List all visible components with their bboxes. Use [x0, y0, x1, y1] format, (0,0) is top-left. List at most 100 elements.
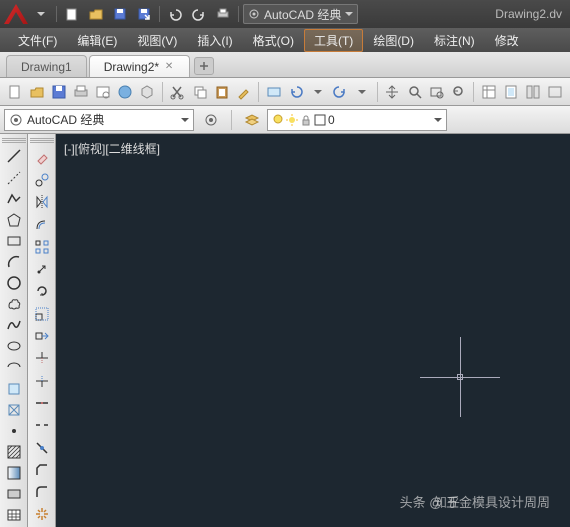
zoom-previous-button[interactable]	[448, 81, 469, 103]
zoom-window-button[interactable]	[426, 81, 447, 103]
color-swatch-icon	[314, 114, 326, 126]
menu-edit[interactable]: 编辑(E)	[67, 29, 127, 52]
pan-button[interactable]	[382, 81, 403, 103]
save-button[interactable]	[48, 81, 69, 103]
chamfer-tool[interactable]	[30, 459, 54, 480]
insert-block-tool[interactable]	[2, 378, 26, 398]
save-button[interactable]	[109, 4, 131, 24]
close-icon[interactable]: ✕	[163, 61, 175, 73]
print-button[interactable]	[70, 81, 91, 103]
layer-properties-button[interactable]	[241, 109, 263, 131]
make-block-tool[interactable]	[2, 400, 26, 420]
circle-tool[interactable]	[2, 273, 26, 293]
palette-grip[interactable]	[2, 138, 26, 143]
layer-combo[interactable]: 0	[267, 109, 447, 131]
menu-view[interactable]: 视图(V)	[127, 29, 187, 52]
new-button[interactable]	[61, 4, 83, 24]
app-logo-icon[interactable]	[4, 4, 28, 24]
point-tool[interactable]	[2, 421, 26, 441]
separator	[159, 6, 160, 22]
menu-insert[interactable]: 插入(I)	[187, 29, 242, 52]
table-tool[interactable]	[2, 505, 26, 525]
menu-draw[interactable]: 绘图(D)	[363, 29, 424, 52]
separator	[56, 6, 57, 22]
spline-tool[interactable]	[2, 315, 26, 335]
viewport-label[interactable]: [-][俯视][二维线框]	[64, 140, 160, 157]
workspace-settings-button[interactable]	[200, 109, 222, 131]
redo-dropdown[interactable]	[352, 81, 373, 103]
3ddwf-button[interactable]	[137, 81, 158, 103]
cut-button[interactable]	[167, 81, 188, 103]
workspace-dropdown-qat[interactable]: AutoCAD 经典	[243, 4, 358, 24]
match-properties-button[interactable]	[233, 81, 254, 103]
array-tool[interactable]	[30, 236, 54, 257]
region-tool[interactable]	[2, 484, 26, 504]
paste-button[interactable]	[211, 81, 232, 103]
ellipse-tool[interactable]	[2, 336, 26, 356]
line-tool[interactable]	[2, 146, 26, 166]
ellipse-arc-tool[interactable]	[2, 357, 26, 377]
drawing-canvas[interactable]: [-][俯视][二维线框] 知乎 头条 @ 五金模具设计周周	[56, 134, 570, 527]
tool-palettes-button[interactable]	[523, 81, 544, 103]
copy-tool[interactable]	[30, 169, 54, 190]
separator	[162, 82, 163, 102]
extend-tool[interactable]	[30, 370, 54, 391]
properties-button[interactable]	[478, 81, 499, 103]
publish-button[interactable]	[115, 81, 136, 103]
file-tab-active[interactable]: Drawing2* ✕	[89, 55, 190, 77]
palette-grip[interactable]	[30, 138, 54, 144]
gear-icon	[9, 113, 23, 127]
file-tab[interactable]: Drawing1	[6, 55, 87, 77]
block-editor-button[interactable]	[263, 81, 284, 103]
new-tab-button[interactable]	[194, 57, 214, 75]
copy-button[interactable]	[189, 81, 210, 103]
polygon-tool[interactable]	[2, 210, 26, 230]
undo-dropdown[interactable]	[308, 81, 329, 103]
separator	[377, 82, 378, 102]
fillet-tool[interactable]	[30, 481, 54, 502]
qat-dropdown[interactable]	[30, 4, 52, 24]
chevron-down-icon	[345, 10, 353, 18]
construction-line-tool[interactable]	[2, 168, 26, 188]
menu-file[interactable]: 文件(F)	[8, 29, 67, 52]
hatch-tool[interactable]	[2, 442, 26, 462]
workspace-toolbar: AutoCAD 经典 0	[0, 106, 570, 134]
join-tool[interactable]	[30, 437, 54, 458]
revision-cloud-tool[interactable]	[2, 294, 26, 314]
menu-tools[interactable]: 工具(T)	[304, 29, 363, 52]
arc-tool[interactable]	[2, 252, 26, 272]
menu-dimension[interactable]: 标注(N)	[424, 29, 485, 52]
open-button[interactable]	[85, 4, 107, 24]
undo-button[interactable]	[164, 4, 186, 24]
undo-button[interactable]	[285, 81, 306, 103]
redo-button[interactable]	[188, 4, 210, 24]
new-button[interactable]	[4, 81, 25, 103]
rotate-tool[interactable]	[30, 281, 54, 302]
workspace-combo[interactable]: AutoCAD 经典	[4, 109, 194, 131]
polyline-tool[interactable]	[2, 189, 26, 209]
open-button[interactable]	[26, 81, 47, 103]
mirror-tool[interactable]	[30, 191, 54, 212]
saveas-button[interactable]	[133, 4, 155, 24]
separator	[473, 82, 474, 102]
offset-tool[interactable]	[30, 214, 54, 235]
print-button[interactable]	[212, 4, 234, 24]
redo-button[interactable]	[330, 81, 351, 103]
menu-format[interactable]: 格式(O)	[243, 29, 304, 52]
move-tool[interactable]	[30, 258, 54, 279]
break-at-point-tool[interactable]	[30, 392, 54, 413]
scale-tool[interactable]	[30, 303, 54, 324]
explode-tool[interactable]	[30, 504, 54, 525]
clean-screen-button[interactable]	[545, 81, 566, 103]
gradient-tool[interactable]	[2, 463, 26, 483]
zoom-realtime-button[interactable]	[404, 81, 425, 103]
erase-tool[interactable]	[30, 147, 54, 168]
print-preview-button[interactable]	[93, 81, 114, 103]
stretch-tool[interactable]	[30, 325, 54, 346]
sheet-set-button[interactable]	[500, 81, 521, 103]
menu-modify[interactable]: 修改	[485, 29, 529, 52]
rectangle-tool[interactable]	[2, 231, 26, 251]
trim-tool[interactable]	[30, 348, 54, 369]
break-tool[interactable]	[30, 415, 54, 436]
title-bar: AutoCAD 经典 Drawing2.dv	[0, 0, 570, 28]
